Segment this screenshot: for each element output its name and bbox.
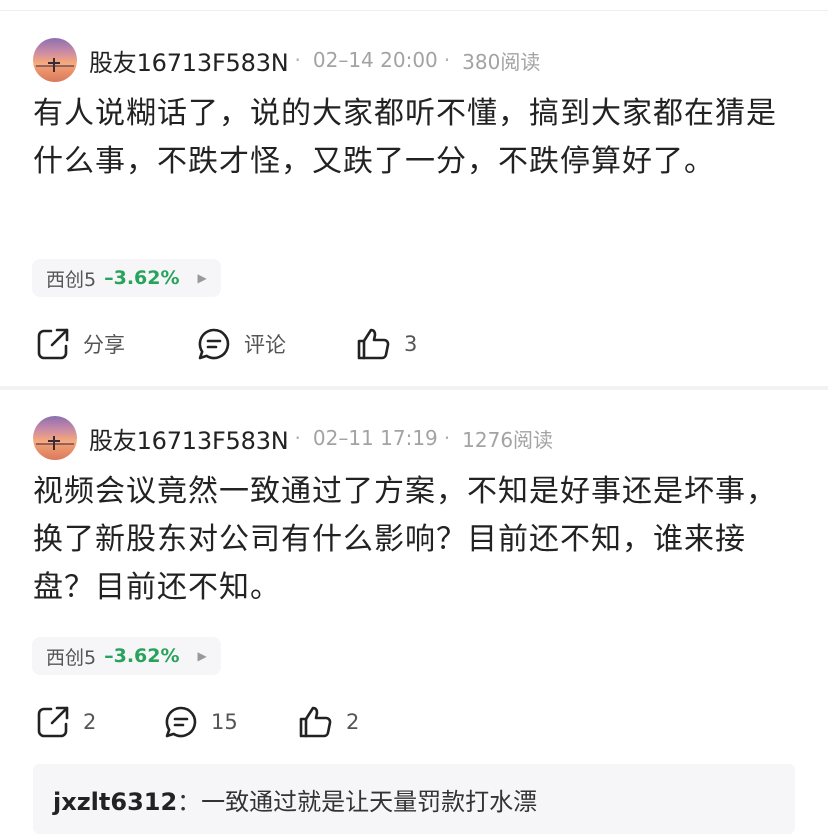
read-count: 1276阅读 xyxy=(462,427,554,452)
post-card: 股友16713F583N · 02–14 20:00 · 380阅读 有人说糊话… xyxy=(0,12,828,386)
meta-dot: · xyxy=(294,426,301,450)
comment-icon xyxy=(198,328,230,360)
post-card: 股友16713F583N · 02–11 17:19 · 1276阅读 视频会议… xyxy=(0,390,828,834)
comment-icon xyxy=(165,706,197,738)
action-bar: 分享 评论 3 xyxy=(0,326,828,362)
read-count: 380阅读 xyxy=(462,49,541,74)
stock-chip[interactable]: 西创5 –3.62% ▶ xyxy=(32,637,221,675)
post-header: 股友16713F583N · 02–14 20:00 · 380阅读 xyxy=(33,38,540,82)
action-bar: 2 15 2 xyxy=(0,704,828,740)
like-count: 2 xyxy=(346,710,360,734)
stock-chip[interactable]: 西创5 –3.62% ▶ xyxy=(32,259,221,297)
share-button[interactable]: 分享 xyxy=(35,326,125,362)
reply-preview[interactable]: jxzlt6312：一致通过就是让天量罚款打水漂 xyxy=(33,764,795,834)
avatar[interactable] xyxy=(33,38,77,82)
username[interactable]: 股友16713F583N xyxy=(89,43,289,78)
top-divider xyxy=(0,10,828,11)
reply-text: 一致通过就是让天量罚款打水漂 xyxy=(201,788,538,816)
post-content[interactable]: 视频会议竟然一致通过了方案，不知是好事还是坏事，换了新股东对公司有什么影响？目前… xyxy=(33,468,793,612)
triangle-right-icon: ▶ xyxy=(197,271,207,285)
stock-name: 西创5 xyxy=(46,646,97,669)
meta-dot: · xyxy=(443,48,451,72)
share-label: 分享 xyxy=(83,333,125,357)
like-icon xyxy=(357,328,390,360)
like-button[interactable]: 3 xyxy=(356,326,417,362)
post-date: 02–14 20:00 xyxy=(312,48,438,72)
triangle-right-icon: ▶ xyxy=(197,649,207,663)
post-date: 02–11 17:19 xyxy=(312,426,438,450)
username[interactable]: 股友16713F583N xyxy=(89,421,289,456)
post-header: 股友16713F583N · 02–11 17:19 · 1276阅读 xyxy=(33,416,553,460)
stock-change: –3.62% xyxy=(104,645,180,667)
post-content[interactable]: 有人说糊话了，说的大家都听不懂，搞到大家都在猜是什么事，不跌才怪，又跌了一分，不… xyxy=(33,90,793,186)
meta-dot: · xyxy=(294,48,301,72)
reply-separator: ： xyxy=(177,788,202,816)
avatar[interactable] xyxy=(33,416,77,460)
like-count: 3 xyxy=(404,332,418,356)
reply-username[interactable]: jxzlt6312 xyxy=(53,788,177,816)
comment-button[interactable]: 15 xyxy=(163,704,238,740)
stock-change: –3.62% xyxy=(104,267,180,289)
reply-text-line: jxzlt6312：一致通过就是让天量罚款打水漂 xyxy=(53,782,537,817)
share-count: 2 xyxy=(83,710,97,734)
like-icon xyxy=(299,706,332,738)
share-icon xyxy=(37,328,69,360)
share-button[interactable]: 2 xyxy=(35,704,96,740)
comment-label: 评论 xyxy=(244,333,286,357)
comment-button[interactable]: 评论 xyxy=(196,326,286,362)
share-icon xyxy=(37,706,69,738)
like-button[interactable]: 2 xyxy=(298,704,359,740)
stock-name: 西创5 xyxy=(46,268,97,291)
comment-count: 15 xyxy=(211,710,238,734)
meta-dot: · xyxy=(443,426,451,450)
